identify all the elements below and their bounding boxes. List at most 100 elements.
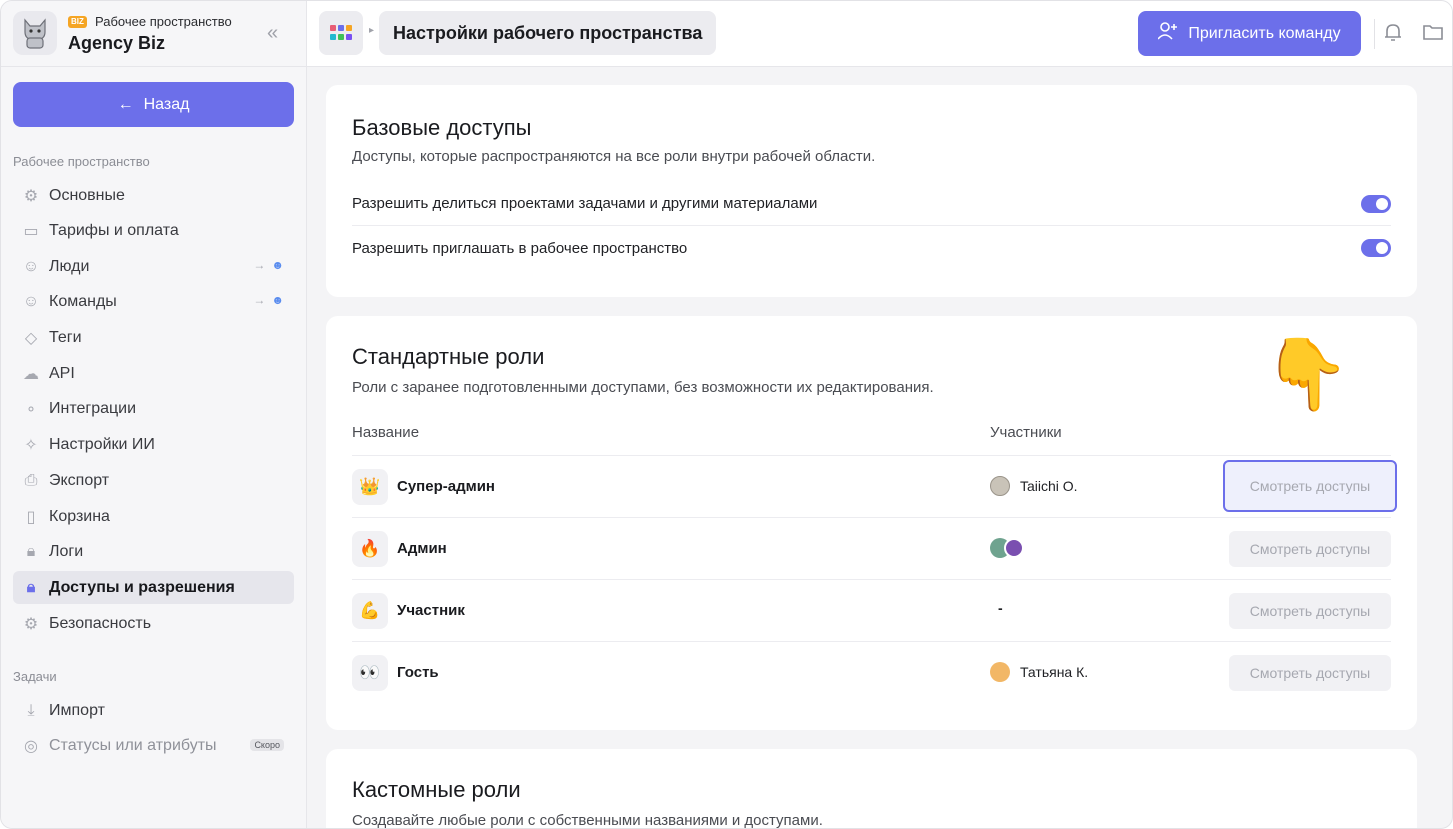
back-button[interactable]: ← Назад [13, 82, 294, 127]
section-title-workspace: Рабочее пространство [13, 154, 150, 169]
avatar [990, 662, 1010, 682]
base-access-description: Доступы, которые распространяются на все… [352, 148, 876, 165]
sidebar-item-label: Интеграции [49, 399, 137, 417]
sidebar-item-statuses: ◎ Статусы или атрибуты Скоро [13, 729, 294, 762]
export-icon: ⎙ [24, 471, 38, 489]
back-button-label: Назад [143, 95, 190, 113]
section-title-tasks: Задачи [13, 669, 57, 684]
sidebar-item-label: Люди [49, 257, 90, 275]
folder-icon[interactable] [1421, 20, 1447, 46]
gear-icon: ⚙ [23, 187, 39, 205]
role-name: Супер-админ [397, 478, 495, 495]
sidebar-item-label: Доступы и разрешения [49, 578, 235, 596]
workspace-header[interactable]: BIZ Рабочее пространство Agency Biz « [1, 1, 307, 67]
table-row: 👀 Гость Татьяна К. Смотреть доступы [352, 641, 1391, 703]
member-cell: - [998, 600, 1003, 616]
crown-icon: 👑 [352, 469, 388, 505]
apps-grid-icon [330, 25, 352, 40]
people-icon: ☺ [22, 257, 40, 275]
sidebar-item-label: Теги [49, 328, 82, 346]
role-name: Участник [397, 602, 465, 619]
breadcrumb-separator-icon: ▸ [369, 25, 375, 36]
sidebar-item-label: Основные [49, 186, 125, 204]
divider [1374, 19, 1375, 49]
integration-icon: ∘ [25, 400, 36, 418]
invite-team-button[interactable]: Пригласить команду [1138, 11, 1361, 56]
card-icon: ▭ [23, 222, 39, 240]
column-header-members: Участники [990, 424, 1062, 441]
breadcrumb[interactable]: Настройки рабочего пространства [379, 11, 717, 55]
sidebar-item-general[interactable]: ⚙ Основные [13, 179, 294, 212]
standard-roles-description: Роли с заранее подготовленными доступами… [352, 379, 934, 396]
view-permissions-button[interactable]: Смотреть доступы [1223, 460, 1397, 512]
custom-roles-title: Кастомные роли [352, 777, 521, 802]
invite-team-label: Пригласить команду [1188, 24, 1341, 42]
sidebar-item-tags[interactable]: ◇ Теги [13, 321, 294, 354]
share-toggle[interactable] [1361, 195, 1391, 213]
invite-toggle[interactable] [1361, 239, 1391, 257]
base-access-card: Базовые доступы Доступы, которые распрос… [326, 85, 1417, 297]
sparkle-icon: ✧ [24, 436, 38, 454]
topbar: ▸ Настройки рабочего пространства Пригла… [307, 1, 1452, 67]
gear-icon: ⚙ [23, 615, 39, 633]
sidebar-item-label: Экспорт [49, 471, 110, 489]
trash-icon: ▯ [26, 508, 36, 526]
apps-grid-button[interactable] [319, 11, 363, 55]
permission-label: Разрешить делиться проектами задачами и … [352, 195, 818, 212]
role-name: Гость [397, 664, 439, 681]
role-name: Админ [397, 540, 447, 557]
base-access-title: Базовые доступы [352, 115, 532, 140]
arrow-right-icon: → [253, 293, 266, 307]
eyes-icon: 👀 [352, 655, 388, 691]
double-chevron-left-icon[interactable]: « [267, 23, 287, 43]
sidebar-item-logs[interactable]: 🔒︎ Логи [13, 535, 294, 568]
sidebar-item-export[interactable]: ⎙ Экспорт [13, 464, 294, 497]
cat-logo-icon [24, 18, 46, 49]
table-row: 🔥 Админ Смотреть доступы [352, 517, 1391, 579]
permission-row: Разрешить приглашать в рабочее пространс… [352, 226, 1391, 270]
sidebar-item-api[interactable]: ☁ API [13, 357, 294, 390]
team-icon: ☻ [271, 293, 284, 307]
arrow-left-icon: ← [117, 95, 134, 113]
standard-roles-card: Стандартные роли Роли с заранее подготов… [326, 316, 1417, 730]
member-name: - [998, 600, 1003, 616]
cloud-icon: ☁ [23, 365, 39, 383]
member-name: Татьяна К. [1020, 664, 1089, 680]
sidebar-item-trash[interactable]: ▯ Корзина [13, 500, 294, 533]
member-cell [990, 538, 1024, 558]
sidebar-item-people[interactable]: ☺ Люди → ☻ [13, 250, 294, 283]
member-cell: Татьяна К. [990, 662, 1088, 682]
pointing-hand-icon: 👇 [1263, 335, 1351, 413]
sidebar-item-label: Настройки ИИ [49, 435, 155, 453]
tag-icon: ◇ [24, 329, 38, 347]
sidebar-item-billing[interactable]: ▭ Тарифы и оплата [13, 214, 294, 247]
muscle-icon: 💪 [352, 593, 388, 629]
workspace-name: Agency Biz [68, 33, 166, 53]
sidebar-item-integrations[interactable]: ∘ Интеграции [13, 392, 294, 425]
sidebar-item-ai-settings[interactable]: ✧ Настройки ИИ [13, 428, 294, 461]
sidebar-item-teams[interactable]: ☺ Команды → ☻ [13, 285, 294, 318]
custom-roles-card: Кастомные роли Создавайте любые роли с с… [326, 749, 1417, 828]
member-name: Taiichi O. [1020, 478, 1078, 494]
view-permissions-button[interactable]: Смотреть доступы [1229, 531, 1391, 567]
sidebar-item-label: Команды [49, 292, 117, 310]
sidebar-item-label: Тарифы и оплата [49, 221, 179, 239]
people-icon: ☺ [22, 292, 40, 310]
add-user-icon [1157, 22, 1178, 45]
standard-roles-title: Стандартные роли [352, 344, 545, 369]
sidebar-item-label: Импорт [49, 701, 105, 719]
soon-badge: Скоро [250, 739, 284, 751]
sidebar-item-label: Логи [49, 542, 84, 560]
view-permissions-button[interactable]: Смотреть доступы [1229, 593, 1391, 629]
app-window: BIZ Рабочее пространство Agency Biz « ← … [0, 0, 1453, 829]
lock-icon: 🔒︎ [26, 578, 36, 596]
permission-row: Разрешить делиться проектами задачами и … [352, 182, 1391, 226]
view-permissions-button[interactable]: Смотреть доступы [1229, 655, 1391, 691]
sidebar-item-import[interactable]: ⤓ Импорт [13, 694, 294, 727]
sidebar-item-permissions[interactable]: 🔒︎ Доступы и разрешения [13, 571, 294, 604]
sidebar-item-security[interactable]: ⚙ Безопасность [13, 607, 294, 640]
bell-icon[interactable] [1381, 20, 1407, 46]
workspace-logo [13, 11, 57, 55]
check-circle-icon: ◎ [24, 737, 38, 755]
sidebar-item-label: Безопасность [49, 614, 152, 632]
